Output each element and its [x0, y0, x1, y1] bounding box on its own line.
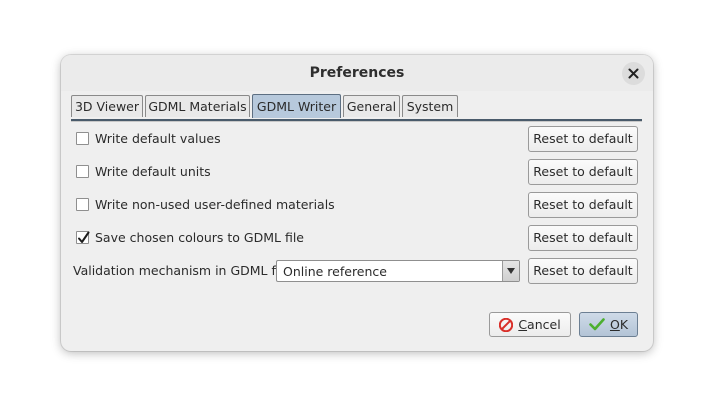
tab-gdml-writer[interactable]: GDML Writer — [252, 94, 341, 118]
chevron-down-icon — [507, 268, 515, 274]
reset-non-used-materials-button[interactable]: Reset to default — [528, 192, 638, 218]
option-label: Save chosen colours to GDML file — [95, 230, 304, 245]
option-label: Write non-used user-defined materials — [95, 197, 335, 212]
cancel-mnemonic: C — [518, 317, 528, 332]
option-row-default-values: Write default values Reset to default — [61, 126, 653, 152]
tab-3d-viewer[interactable]: 3D Viewer — [71, 95, 143, 117]
cancel-label: Cancel — [518, 317, 560, 332]
cancel-icon — [499, 317, 514, 332]
tab-system[interactable]: System — [402, 95, 458, 117]
reset-save-colours-button[interactable]: Reset to default — [528, 225, 638, 251]
save-colours-checkbox[interactable] — [76, 231, 90, 244]
option-row-non-used-materials: Write non-used user-defined materials Re… — [61, 192, 653, 218]
reset-validation-button[interactable]: Reset to default — [528, 258, 638, 284]
close-icon — [628, 68, 639, 79]
ok-label-rest: K — [619, 317, 629, 332]
title-bar[interactable]: Preferences — [61, 55, 653, 91]
validation-label: Validation mechanism in GDML file — [73, 263, 291, 278]
option-label: Write default units — [95, 164, 211, 179]
ok-button[interactable]: OK — [579, 312, 638, 337]
cancel-button[interactable]: Cancel — [489, 312, 571, 337]
preferences-dialog: Preferences 3D Viewer GDML Materials GDM… — [61, 55, 653, 351]
write-non-used-materials-checkbox[interactable] — [76, 198, 89, 211]
checkmark-icon — [589, 318, 605, 331]
option-label: Write default values — [95, 131, 221, 146]
dropdown-arrow-button[interactable] — [502, 261, 519, 281]
reset-default-values-button[interactable]: Reset to default — [528, 126, 638, 152]
ok-label: OK — [610, 317, 628, 332]
cancel-label-rest: ancel — [527, 317, 561, 332]
validation-select[interactable]: Online reference — [276, 260, 520, 282]
tab-divider-shadow — [71, 121, 642, 122]
validation-row: Validation mechanism in GDML file Online… — [61, 258, 653, 284]
tab-gdml-materials[interactable]: GDML Materials — [145, 95, 250, 117]
dialog-title: Preferences — [309, 65, 405, 81]
close-button[interactable] — [622, 62, 645, 85]
ok-mnemonic: O — [609, 317, 620, 332]
write-default-values-checkbox[interactable] — [76, 132, 89, 145]
reset-default-units-button[interactable]: Reset to default — [528, 159, 638, 185]
option-row-default-units: Write default units Reset to default — [61, 159, 653, 185]
validation-selected-value: Online reference — [283, 264, 387, 279]
option-row-save-colours: Save chosen colours to GDML file Reset t… — [61, 225, 653, 251]
tab-general[interactable]: General — [343, 95, 400, 117]
checkmark-icon — [78, 231, 90, 243]
write-default-units-checkbox[interactable] — [76, 165, 89, 178]
